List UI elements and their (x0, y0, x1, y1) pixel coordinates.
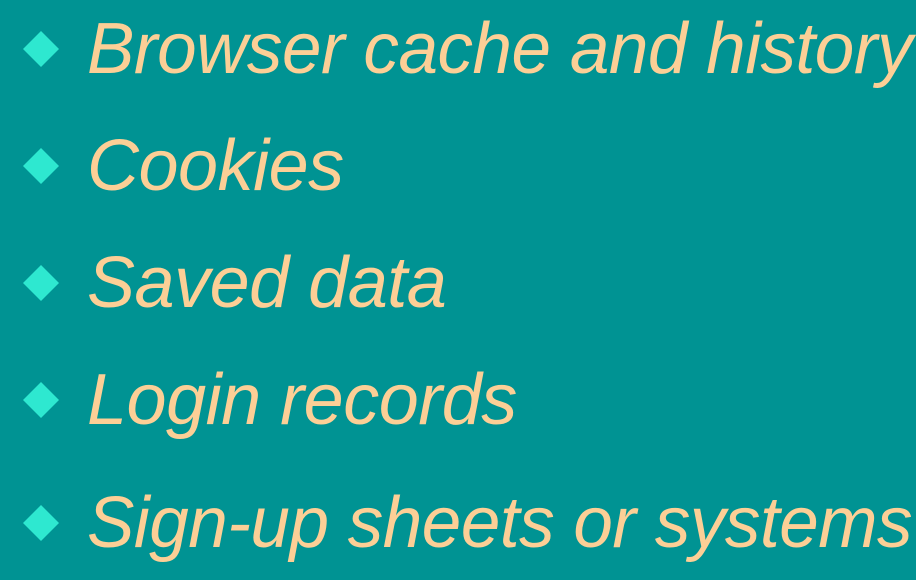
slide: Browser cache and history Cookies Saved … (0, 0, 916, 580)
list-item-label: Cookies (87, 126, 344, 206)
diamond-icon (23, 148, 59, 184)
list-item-label: Login records (87, 360, 517, 440)
diamond-icon (23, 265, 59, 301)
diamond-icon (23, 382, 59, 418)
list-item-label: Browser cache and history (87, 9, 913, 89)
diamond-icon (23, 505, 59, 541)
diamond-icon (23, 31, 59, 67)
list-item-label: Sign-up sheets or systems (87, 483, 912, 563)
list-item-label: Saved data (87, 243, 447, 323)
